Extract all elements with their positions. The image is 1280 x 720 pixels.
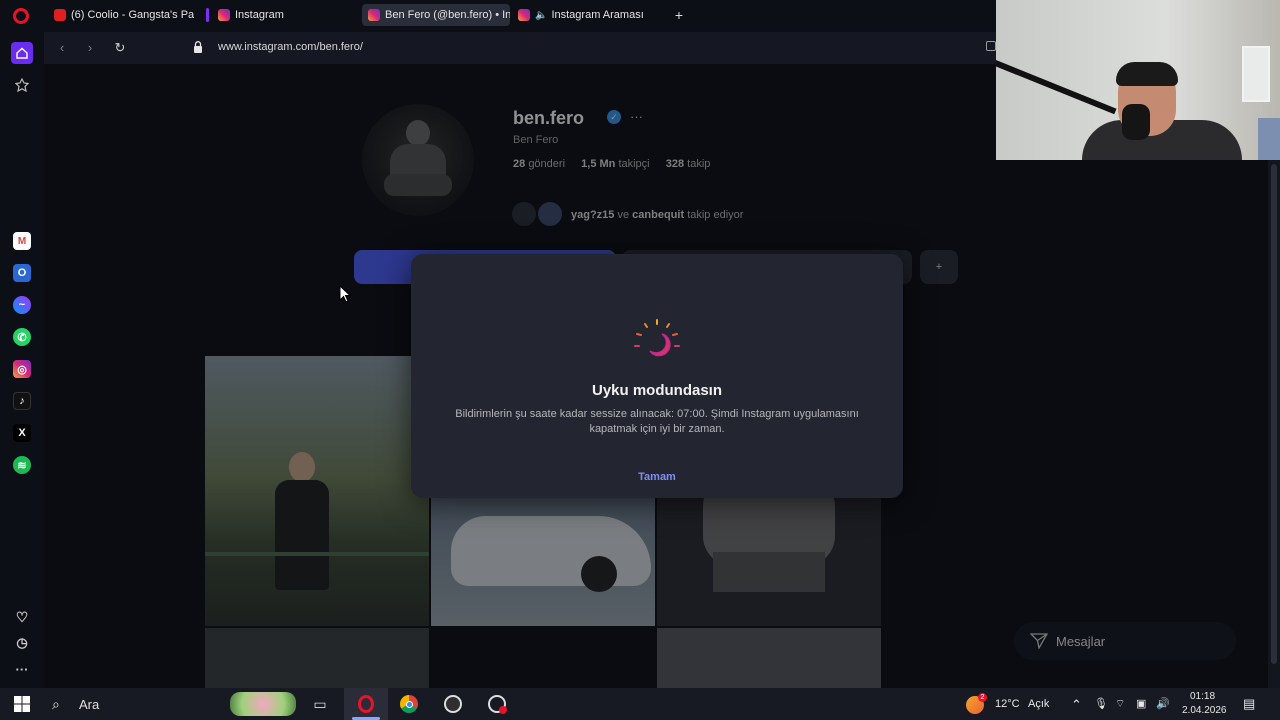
snapshot-icon[interactable]: [986, 41, 996, 51]
back-icon[interactable]: ‹: [54, 40, 70, 56]
chrome-icon: [400, 695, 418, 713]
send-icon: [1030, 633, 1048, 649]
ok-button[interactable]: Tamam: [607, 471, 707, 483]
x-icon[interactable]: X: [13, 424, 31, 442]
profile-username: ben.fero: [513, 108, 585, 128]
outlook-icon[interactable]: O: [13, 264, 31, 282]
following-count[interactable]: 328: [666, 158, 684, 170]
post-thumbnail[interactable]: [205, 356, 429, 626]
follower-name[interactable]: yag?z15: [571, 209, 614, 221]
suggest-user-icon[interactable]: +: [920, 250, 958, 284]
youtube-icon: [54, 9, 66, 21]
search-icon: ⌕: [52, 696, 60, 712]
weather-desc[interactable]: Açık: [1028, 698, 1049, 710]
lock-icon: [194, 41, 202, 53]
avatar: [512, 202, 536, 226]
profile-stats: 28 gönderi 1,5 Mn takipçi 328 takip: [513, 158, 710, 170]
windows-start-icon[interactable]: [8, 688, 36, 720]
search-highlight-image: [230, 692, 296, 716]
tiktok-icon[interactable]: ♪: [13, 392, 31, 410]
mouse-cursor-icon: [339, 285, 351, 303]
gmail-icon[interactable]: M: [13, 232, 31, 250]
instagram-icon[interactable]: ◎: [13, 360, 31, 378]
microphone-icon[interactable]: 🎙: [1094, 697, 1108, 710]
address-bar-row: ‹ › ↻ www.instagram.com/ben.fero/: [44, 32, 996, 64]
tab-island-marker: [206, 8, 209, 22]
followed-by-text[interactable]: yag?z15 ve canbequit takip ediyor: [571, 209, 743, 221]
opera-icon: [358, 695, 374, 713]
moon-icon: [634, 319, 680, 357]
followers-count[interactable]: 1,5 Mn: [581, 158, 615, 170]
post-thumbnail[interactable]: [657, 628, 881, 688]
new-tab-button[interactable]: +: [672, 8, 686, 22]
windows-taskbar: ⌕ Ara ▭ 2 12°C Açık ⌃ 🎙 ⌔ ▣ 🔊 01:18 2.04…: [0, 688, 1280, 720]
more-options-button[interactable]: ···: [630, 109, 643, 124]
clock-time[interactable]: 01:18: [1190, 691, 1215, 702]
taskbar-chrome[interactable]: [394, 688, 424, 720]
tab-label: Ben Fero (@ben.fero) • Ins: [385, 9, 510, 21]
dialog-title: Uyku modundasın: [591, 382, 722, 399]
task-view-icon[interactable]: ▭: [306, 688, 334, 720]
pinboard-icon[interactable]: [13, 76, 31, 94]
app-icon: [488, 695, 507, 714]
weather-temp[interactable]: 12°C: [995, 698, 1020, 710]
messages-button[interactable]: Mesajlar: [1014, 622, 1236, 660]
speaker-icon: 🔈: [535, 9, 548, 21]
clock-date[interactable]: 2.04.2026: [1182, 705, 1227, 716]
scrollbar-thumb[interactable]: [1271, 164, 1277, 664]
tab-label: (6) Coolio - Gangsta's Para: [71, 9, 194, 21]
verified-badge-icon: ✓: [607, 110, 621, 124]
tab-label: Instagram: [235, 9, 284, 21]
home-icon[interactable]: [11, 42, 33, 64]
instagram-icon: [518, 9, 530, 21]
messages-label: Mesajlar: [1056, 633, 1106, 649]
followed-by-suffix: takip ediyor: [687, 209, 744, 221]
dialog-message: Bildirimlerin şu saate kadar sessize alı…: [455, 408, 859, 435]
tab-ben-fero[interactable]: Ben Fero (@ben.fero) • Ins: [362, 4, 510, 26]
tab-youtube[interactable]: (6) Coolio - Gangsta's Para: [48, 4, 194, 26]
taskbar-obs[interactable]: [438, 688, 468, 720]
avatar: [538, 202, 562, 226]
spotify-icon[interactable]: ≋: [13, 456, 31, 474]
opera-sidebar: M O ~ ✆ ◎ ♪ X ≋ ♡ ◷ ···: [0, 32, 44, 688]
sleep-mode-dialog: Uyku modundasın Bildirimlerin şu saate k…: [411, 254, 903, 498]
tab-instagram-search[interactable]: 🔈 Instagram Araması: [512, 4, 664, 26]
messenger-icon[interactable]: ~: [13, 296, 31, 314]
tab-instagram[interactable]: Instagram: [212, 4, 352, 26]
follower-name[interactable]: canbequit: [632, 209, 684, 221]
avatar[interactable]: [362, 104, 474, 216]
followers-label[interactable]: takipçi: [618, 158, 649, 170]
url-field[interactable]: www.instagram.com/ben.fero/: [218, 41, 363, 53]
weather-badge: 2: [978, 693, 987, 702]
posts-count: 28: [513, 158, 526, 170]
display-icon[interactable]: ▣: [1136, 697, 1146, 710]
profile-full-name: Ben Fero: [513, 134, 559, 146]
whatsapp-icon[interactable]: ✆: [13, 328, 31, 346]
opera-logo-icon[interactable]: [13, 8, 29, 24]
volume-icon[interactable]: 🔊: [1156, 697, 1170, 710]
more-icon[interactable]: ···: [13, 660, 31, 678]
post-thumbnail[interactable]: [205, 628, 429, 688]
network-icon[interactable]: ⌔: [1115, 697, 1125, 711]
reload-icon[interactable]: ↻: [112, 40, 128, 56]
search-label: Ara: [79, 697, 100, 712]
tray-expand-icon[interactable]: ⌃: [1071, 697, 1082, 713]
taskbar-opera[interactable]: [344, 688, 388, 720]
heart-icon[interactable]: ♡: [13, 608, 31, 626]
taskbar-app[interactable]: [482, 688, 512, 720]
following-label[interactable]: takip: [687, 158, 710, 170]
instagram-icon: [218, 9, 230, 21]
forward-icon[interactable]: ›: [82, 40, 98, 56]
posts-label: gönderi: [528, 158, 566, 170]
history-icon[interactable]: ◷: [13, 634, 31, 652]
webcam-overlay: [996, 0, 1280, 160]
notifications-icon[interactable]: ▤: [1243, 696, 1255, 712]
obs-icon: [444, 695, 462, 713]
instagram-icon: [368, 9, 380, 21]
tab-label: Instagram Araması: [551, 9, 644, 21]
conjunction-text: ve: [617, 209, 630, 221]
